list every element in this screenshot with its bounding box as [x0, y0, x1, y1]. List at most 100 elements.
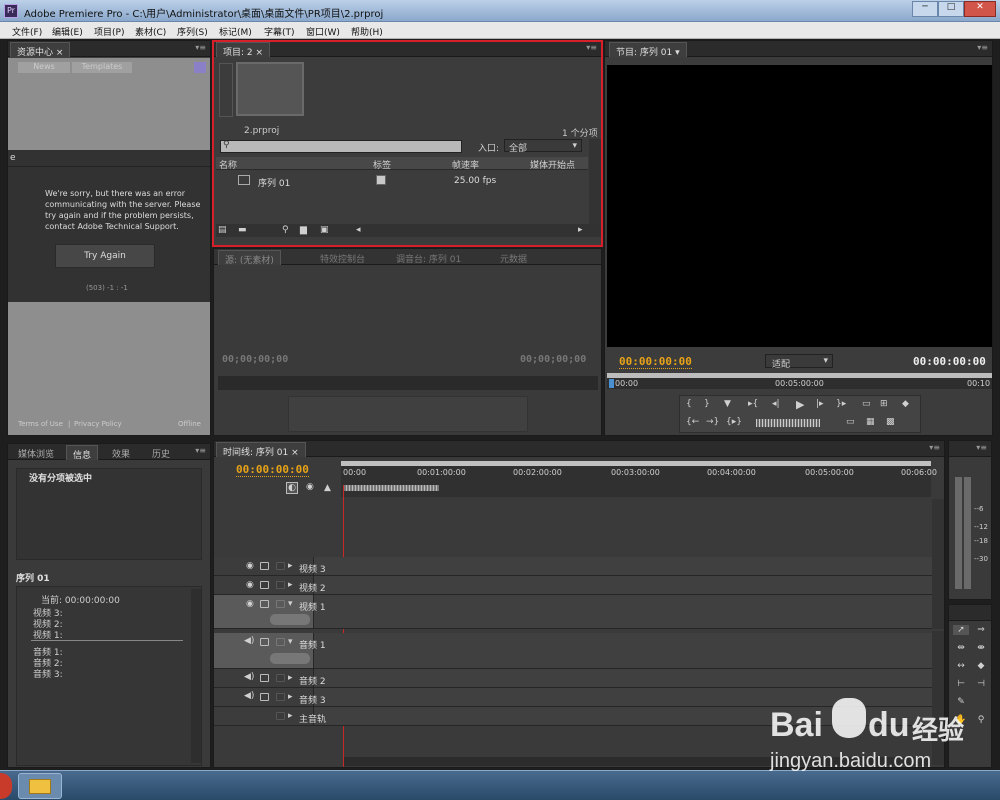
menu-help[interactable]: 帮助(H)	[351, 25, 383, 38]
keyframe-control[interactable]	[270, 614, 310, 625]
eye-icon[interactable]: ◉	[246, 580, 254, 590]
go-prev-edit-icon[interactable]: {←	[686, 417, 699, 427]
tab-info[interactable]: 信息	[66, 445, 99, 461]
tab-program[interactable]: 节目: 序列 01 ▾	[609, 42, 687, 58]
lock-icon[interactable]	[260, 562, 269, 570]
close-icon[interactable]: ×	[291, 448, 299, 458]
speaker-icon[interactable]: ◀)	[244, 691, 254, 701]
menu-edit[interactable]: 编辑(E)	[52, 25, 83, 38]
menu-clip[interactable]: 素材(C)	[135, 25, 166, 38]
mark-in-icon[interactable]: {	[686, 399, 692, 409]
panel-menu-icon[interactable]: ▾≡	[976, 443, 987, 452]
panel-menu-icon[interactable]: ▾≡	[195, 446, 206, 455]
tab-metadata[interactable]: 元数据	[494, 250, 533, 265]
chevron-right-icon[interactable]: ▸	[288, 673, 293, 683]
program-ruler[interactable]: 00:00 00:05:00:00 00:10	[607, 373, 992, 389]
step-back-icon[interactable]: ◂|	[772, 399, 780, 409]
lock-icon[interactable]	[260, 638, 269, 646]
speaker-icon[interactable]: ◀)	[244, 672, 254, 682]
loop-icon[interactable]: ▭	[862, 399, 871, 409]
terms-link[interactable]: Terms of Use	[18, 420, 63, 428]
chevron-down-icon[interactable]: ▾	[288, 599, 293, 609]
start-button-icon[interactable]	[0, 773, 12, 799]
menu-title[interactable]: 字幕(T)	[264, 25, 295, 38]
explorer-taskbar-icon[interactable]	[18, 773, 62, 799]
step-forward-icon[interactable]: |▸	[816, 399, 824, 409]
keyframe-control[interactable]	[270, 653, 310, 664]
sync-icon[interactable]	[276, 562, 285, 570]
resource-tab-news[interactable]: News	[18, 62, 70, 73]
panel-menu-icon[interactable]: ▾≡	[929, 443, 940, 452]
speaker-icon[interactable]: ◀)	[244, 636, 254, 646]
menu-window[interactable]: 窗口(W)	[306, 25, 340, 38]
export-frame-icon[interactable]: ◆	[902, 399, 909, 409]
sync-icon[interactable]	[276, 581, 285, 589]
info-vscroll[interactable]	[191, 589, 201, 763]
go-to-in-icon[interactable]: ▸{	[748, 399, 758, 409]
maximize-button[interactable]: □	[938, 1, 964, 17]
playhead-icon[interactable]	[609, 379, 614, 388]
try-again-button[interactable]: Try Again	[55, 244, 155, 268]
snap-icon[interactable]: ◐	[286, 482, 298, 494]
eye-icon[interactable]: ◉	[246, 599, 254, 609]
timeline-vscroll-top[interactable]	[932, 499, 944, 629]
timeline-tc[interactable]: 00:00:00:00	[236, 463, 309, 477]
source-tc-left[interactable]: 00;00;00;00	[222, 354, 288, 365]
lock-icon[interactable]	[260, 600, 269, 608]
timeline-ruler[interactable]: 00:00 00:01:00:00 00:02:00:00 00:03:00:0…	[341, 461, 937, 497]
sync-icon[interactable]	[276, 600, 285, 608]
add-marker-icon[interactable]: ▲	[324, 483, 331, 493]
go-to-out-icon[interactable]: }▸	[836, 399, 846, 409]
go-next-edit-icon[interactable]: →}	[706, 417, 719, 427]
fit-select[interactable]: 适配 ▾	[765, 354, 833, 370]
selection-tool-icon[interactable]: ➚	[953, 625, 969, 635]
chevron-right-icon[interactable]: ▸	[288, 711, 293, 721]
eye-icon[interactable]: ◉	[246, 561, 254, 571]
tab-effect-controls[interactable]: 特效控制台	[314, 250, 371, 265]
resource-tab-templates[interactable]: Templates	[72, 62, 132, 73]
menu-marker[interactable]: 标记(M)	[219, 25, 252, 38]
safe-margins-icon[interactable]: ⊞	[880, 399, 888, 409]
tab-timeline[interactable]: 时间线: 序列 01 ×	[216, 442, 306, 458]
lock-icon[interactable]	[260, 581, 269, 589]
menu-sequence[interactable]: 序列(S)	[177, 25, 208, 38]
tab-resource-center[interactable]: 资源中心 ×	[10, 42, 71, 58]
menu-project[interactable]: 项目(P)	[94, 25, 124, 38]
play-in-out-icon[interactable]: {▸}	[726, 417, 742, 427]
trim-monitor-icon[interactable]: ▩	[886, 417, 895, 427]
close-icon[interactable]: ×	[56, 48, 64, 58]
lift-icon[interactable]: ▭	[846, 417, 855, 427]
slide-icon[interactable]: ⊣	[973, 679, 989, 689]
sync-icon[interactable]	[276, 674, 285, 682]
close-button[interactable]: ✕	[964, 1, 996, 17]
work-area-bar[interactable]	[343, 485, 439, 491]
program-tc-left[interactable]: 00:00:00:00	[619, 355, 692, 369]
source-scrub-bar[interactable]	[218, 376, 598, 390]
razor-icon[interactable]: ◆	[973, 661, 989, 671]
mark-out-icon[interactable]: }	[704, 399, 710, 409]
set-marker-icon[interactable]: ◉	[306, 482, 314, 492]
track-select-icon[interactable]: ⇒	[973, 625, 989, 635]
minimize-button[interactable]: ─	[912, 1, 938, 17]
tab-source[interactable]: 源: (无素材)	[218, 250, 281, 266]
extract-icon[interactable]: ▦	[866, 417, 875, 427]
slip-icon[interactable]: ⊢	[953, 679, 969, 689]
ripple-edit-icon[interactable]: ⇹	[953, 643, 969, 653]
sync-icon[interactable]	[276, 693, 285, 701]
rate-stretch-icon[interactable]: ↔	[953, 661, 969, 671]
jog-shuttle[interactable]	[756, 419, 820, 427]
privacy-link[interactable]: Privacy Policy	[74, 420, 122, 428]
chevron-right-icon[interactable]: ▸	[288, 561, 293, 571]
sync-icon[interactable]	[276, 638, 285, 646]
marker-icon[interactable]: ▼	[724, 399, 731, 409]
play-icon[interactable]: ▶	[796, 398, 804, 411]
tab-history[interactable]: 历史	[146, 445, 176, 460]
menu-file[interactable]: 文件(F)	[12, 25, 42, 38]
rolling-edit-icon[interactable]: ⇼	[973, 643, 989, 653]
tab-audio-mixer[interactable]: 调音台: 序列 01	[390, 250, 467, 265]
lock-icon[interactable]	[260, 674, 269, 682]
tab-media-browser[interactable]: 媒体浏览	[12, 445, 60, 460]
chevron-right-icon[interactable]: ▸	[288, 580, 293, 590]
lock-icon[interactable]	[276, 712, 285, 720]
panel-menu-icon[interactable]: ▾≡	[195, 43, 206, 52]
